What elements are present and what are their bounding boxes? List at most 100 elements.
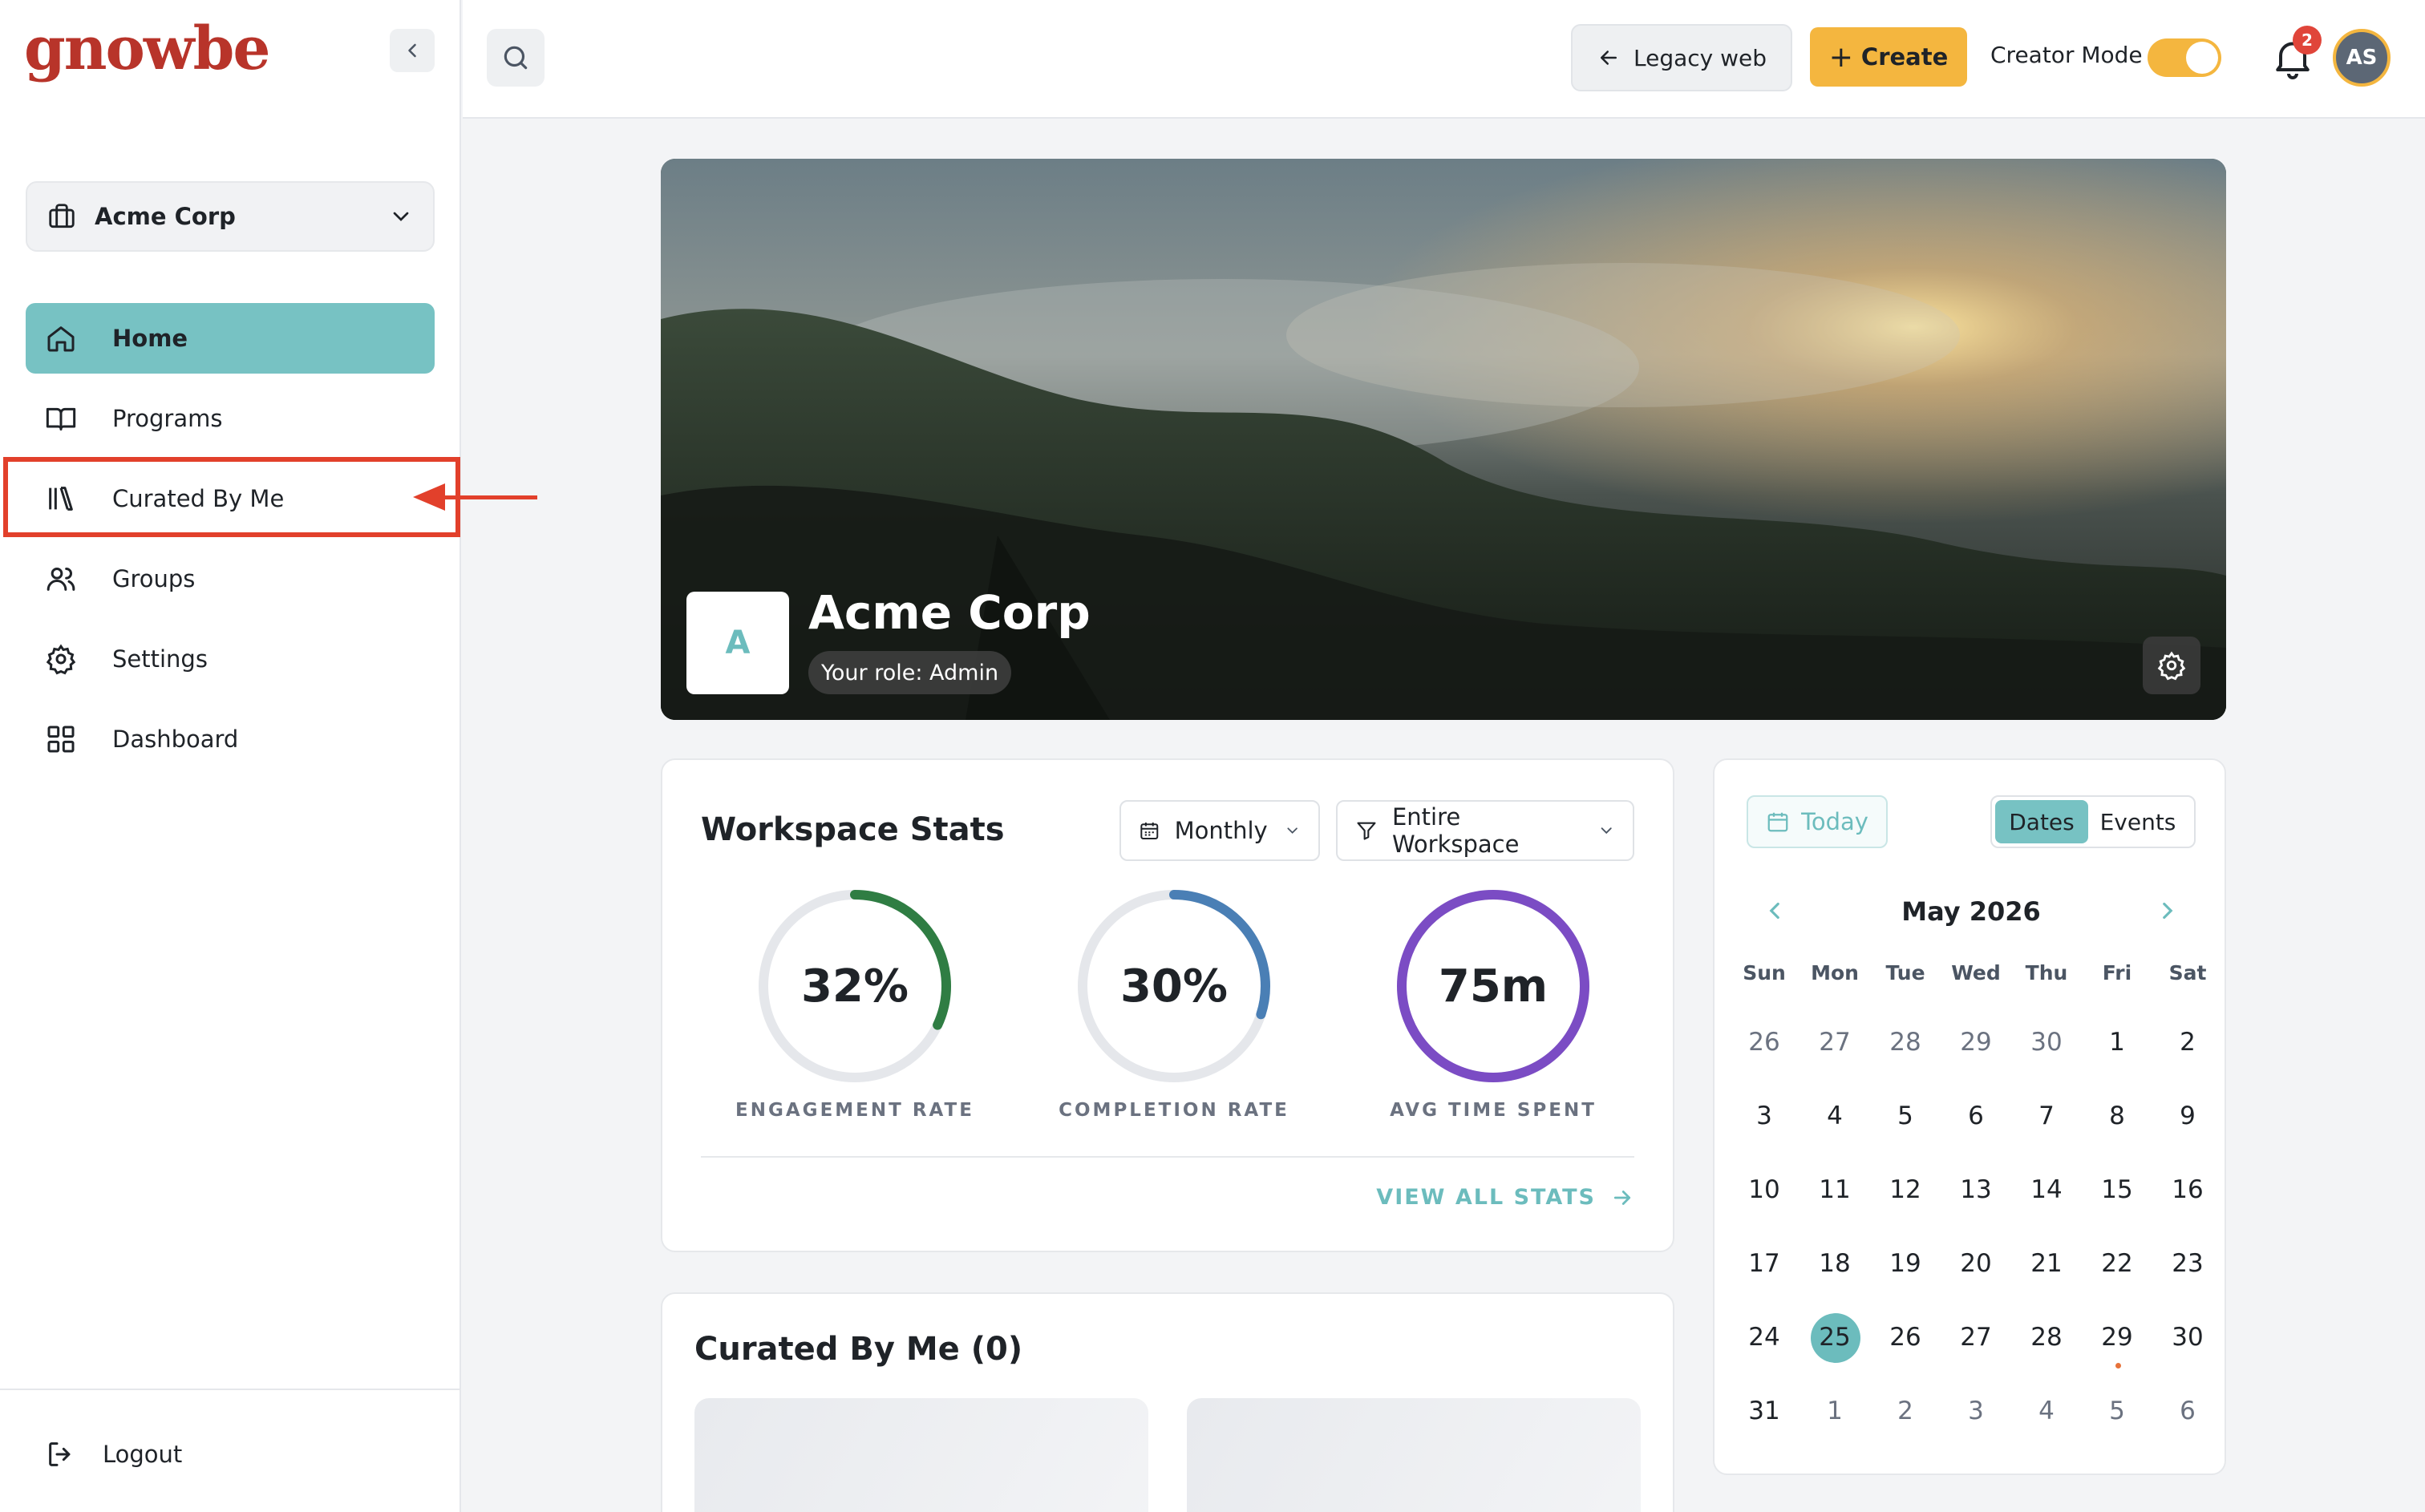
home-icon bbox=[47, 326, 75, 352]
engagement-rate-label: ENGAGEMENT RATE bbox=[735, 1100, 974, 1121]
workspace-selector[interactable]: Acme Corp bbox=[26, 181, 435, 252]
calendar-day[interactable]: 26 bbox=[1870, 1300, 1941, 1374]
day-number: 24 bbox=[1748, 1323, 1780, 1352]
collapse-sidebar-button[interactable] bbox=[390, 29, 435, 72]
calendar-day-selected[interactable]: 25 bbox=[1800, 1300, 1870, 1374]
create-button[interactable]: + Create bbox=[1810, 27, 1967, 87]
calendar-day[interactable]: 17 bbox=[1729, 1227, 1800, 1300]
sidebar-item-programs[interactable]: Programs bbox=[26, 383, 435, 454]
weekday-label: Tue bbox=[1885, 961, 1925, 984]
calendar-day[interactable]: 26 bbox=[1729, 1005, 1800, 1079]
calendar-day[interactable]: 8 bbox=[2082, 1079, 2152, 1153]
calendar-day[interactable]: 22 bbox=[2082, 1227, 2152, 1300]
day-number: 27 bbox=[1819, 1028, 1851, 1057]
calendar-day[interactable]: 21 bbox=[2011, 1227, 2082, 1300]
view-all-stats-label: VIEW ALL STATS bbox=[1376, 1185, 1596, 1210]
user-avatar[interactable]: AS bbox=[2333, 29, 2391, 87]
day-number: 8 bbox=[2109, 1102, 2125, 1130]
calendar-day[interactable]: 6 bbox=[1941, 1079, 2011, 1153]
calendar-day[interactable]: 29 bbox=[1941, 1005, 2011, 1079]
calendar-day[interactable]: 4 bbox=[2011, 1374, 2082, 1448]
calendar-day[interactable]: 18 bbox=[1800, 1227, 1870, 1300]
weekday-label: Fri bbox=[2102, 961, 2132, 984]
creator-mode-toggle[interactable] bbox=[2148, 38, 2221, 77]
day-number: 9 bbox=[2180, 1102, 2196, 1130]
workspace-hero-banner: A Acme Corp Your role: Admin bbox=[661, 159, 2226, 720]
calendar-day[interactable]: 27 bbox=[1800, 1005, 1870, 1079]
gear-icon bbox=[46, 644, 76, 675]
day-number: 15 bbox=[2101, 1175, 2133, 1204]
day-number: 6 bbox=[2180, 1397, 2196, 1425]
calendar-day[interactable]: 12 bbox=[1870, 1153, 1941, 1227]
calendar-day[interactable]: 1 bbox=[2082, 1005, 2152, 1079]
tab-dates[interactable]: Dates bbox=[1995, 800, 2088, 843]
calendar-day[interactable]: 20 bbox=[1941, 1227, 2011, 1300]
calendar-day[interactable]: 30 bbox=[2152, 1300, 2223, 1374]
calendar-day[interactable]: 24 bbox=[1729, 1300, 1800, 1374]
calendar-day[interactable]: 14 bbox=[2011, 1153, 2082, 1227]
logout-button[interactable]: Logout bbox=[45, 1438, 182, 1470]
calendar-day[interactable]: 5 bbox=[1870, 1079, 1941, 1153]
calendar-day[interactable]: 19 bbox=[1870, 1227, 1941, 1300]
sidebar-item-dashboard[interactable]: Dashboard bbox=[26, 704, 435, 774]
calendar-day[interactable]: 5 bbox=[2082, 1374, 2152, 1448]
notification-badge: 2 bbox=[2293, 26, 2322, 55]
calendar-day[interactable]: 28 bbox=[1870, 1005, 1941, 1079]
chevron-down-icon bbox=[1287, 827, 1298, 834]
briefcase-icon bbox=[49, 204, 75, 228]
calendar-day[interactable]: 28 bbox=[2011, 1300, 2082, 1374]
calendar-day[interactable]: 13 bbox=[1941, 1153, 2011, 1227]
calendar-day[interactable]: 4 bbox=[1800, 1079, 1870, 1153]
search-button[interactable] bbox=[487, 29, 545, 87]
period-dropdown[interactable]: Monthly bbox=[1119, 800, 1320, 861]
filter-icon bbox=[1357, 822, 1376, 840]
loading-placeholder bbox=[694, 1398, 1148, 1512]
calendar-day[interactable]: 16 bbox=[2152, 1153, 2223, 1227]
workspace-settings-button[interactable] bbox=[2143, 637, 2200, 694]
calendar-day[interactable]: 31 bbox=[1729, 1374, 1800, 1448]
next-month-button[interactable] bbox=[2154, 895, 2181, 935]
calendar-day[interactable]: 7 bbox=[2011, 1079, 2082, 1153]
tab-events[interactable]: Events bbox=[2088, 800, 2188, 843]
calendar-day[interactable]: 30 bbox=[2011, 1005, 2082, 1079]
calendar-day[interactable]: 2 bbox=[2152, 1005, 2223, 1079]
calendar-day[interactable]: 3 bbox=[1941, 1374, 2011, 1448]
calendar-week: 17 18 19 20 21 22 23 bbox=[1729, 1227, 2223, 1300]
calendar-day[interactable]: 23 bbox=[2152, 1227, 2223, 1300]
stats-title: Workspace Stats bbox=[701, 811, 1005, 848]
sidebar-item-label: Groups bbox=[112, 565, 196, 592]
plus-icon: + bbox=[1828, 40, 1853, 74]
calendar-day[interactable]: 9 bbox=[2152, 1079, 2223, 1153]
weekday-header: Sun Mon Tue Wed Thu Fri Sat bbox=[1729, 957, 2223, 1005]
completion-rate-label: COMPLETION RATE bbox=[1059, 1100, 1289, 1121]
calendar-day-with-event[interactable]: 29 bbox=[2082, 1300, 2152, 1374]
sidebar-item-groups[interactable]: Groups bbox=[26, 544, 435, 614]
scope-dropdown[interactable]: Entire Workspace bbox=[1336, 800, 1634, 861]
sidebar-item-home[interactable]: Home bbox=[26, 303, 435, 374]
day-number: 17 bbox=[1748, 1249, 1780, 1278]
calendar-day[interactable]: 27 bbox=[1941, 1300, 2011, 1374]
calendar-day[interactable]: 10 bbox=[1729, 1153, 1800, 1227]
sidebar: gnowbe Acme Corp Home Programs Curated B… bbox=[0, 0, 461, 1512]
calendar-day[interactable]: 1 bbox=[1800, 1374, 1870, 1448]
day-number: 20 bbox=[1960, 1249, 1992, 1278]
day-number: 28 bbox=[2030, 1323, 2063, 1352]
calendar-view-toggle: Dates Events bbox=[1990, 795, 2196, 848]
period-value: Monthly bbox=[1174, 817, 1268, 844]
sidebar-footer: Logout bbox=[0, 1389, 461, 1512]
brand-logo[interactable]: gnowbe bbox=[24, 14, 270, 83]
calendar-week: 24 25 26 27 28 29 30 bbox=[1729, 1300, 2223, 1374]
day-number: 5 bbox=[1897, 1102, 1913, 1130]
scope-value: Entire Workspace bbox=[1391, 803, 1520, 858]
legacy-web-button[interactable]: Legacy web bbox=[1571, 24, 1792, 91]
calendar-month-title: May 2026 bbox=[1901, 896, 2041, 927]
calendar-day[interactable]: 11 bbox=[1800, 1153, 1870, 1227]
calendar-day[interactable]: 15 bbox=[2082, 1153, 2152, 1227]
calendar-day[interactable]: 2 bbox=[1870, 1374, 1941, 1448]
calendar-day[interactable]: 3 bbox=[1729, 1079, 1800, 1153]
weekday-label: Wed bbox=[1951, 961, 2001, 984]
sidebar-item-settings[interactable]: Settings bbox=[26, 624, 435, 694]
today-button[interactable]: Today bbox=[1747, 795, 1888, 848]
view-all-stats-link[interactable]: VIEW ALL STATS bbox=[1376, 1185, 1634, 1210]
calendar-day[interactable]: 6 bbox=[2152, 1374, 2223, 1448]
